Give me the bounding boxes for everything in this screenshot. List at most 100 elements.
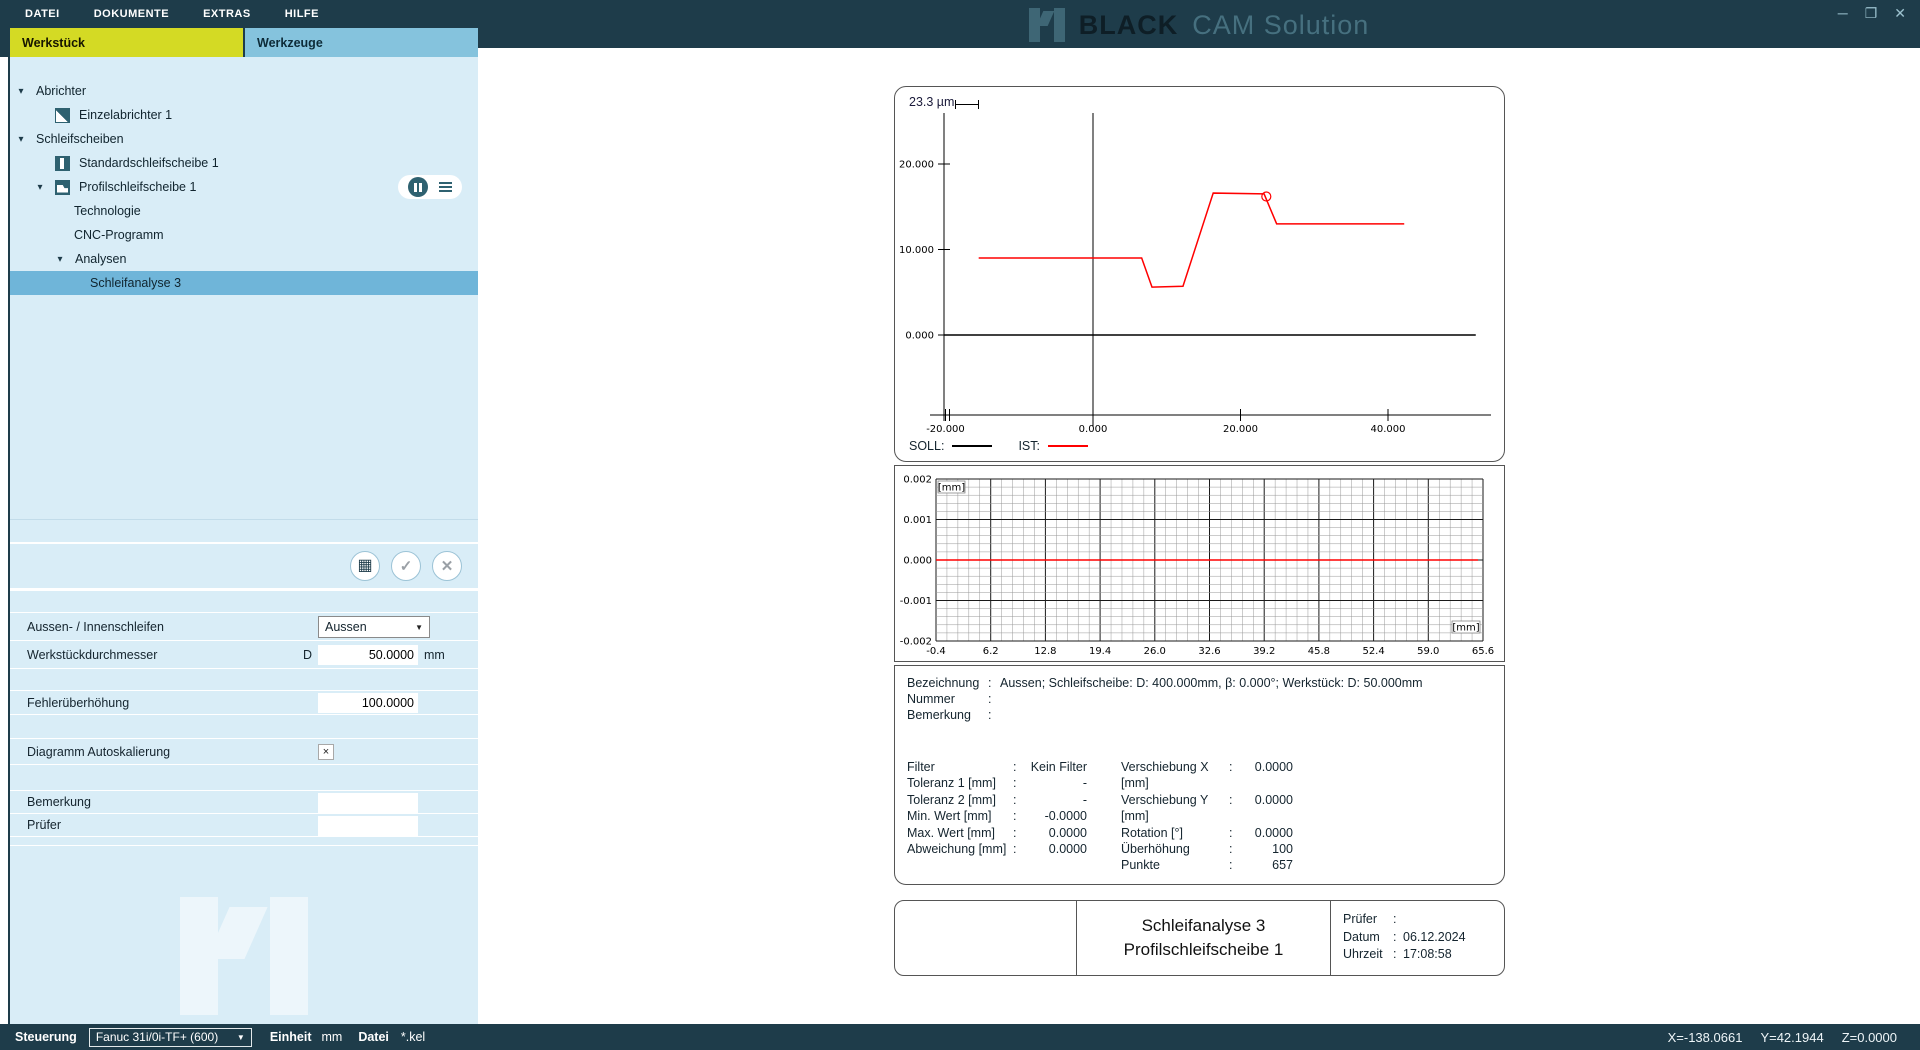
info-table-right: Verschiebung X [mm]:0.0000 Verschiebung …: [1121, 759, 1293, 874]
durchmesser-input[interactable]: [318, 645, 418, 665]
info-label: Nummer: [907, 691, 988, 707]
info-label: Verschiebung Y [mm]: [1121, 792, 1229, 825]
bemerkung-label: Bemerkung: [27, 795, 91, 809]
tree-item-schleifanalyse-3[interactable]: Schleifanalyse 3: [10, 271, 478, 295]
controller-dropdown[interactable]: Fanuc 31i/0i-TF+ (600) ▼: [89, 1028, 252, 1047]
tick-label: 40.000: [1371, 424, 1406, 435]
tick-label: 0.000: [1079, 424, 1108, 435]
info-value: -: [1025, 792, 1087, 808]
tree-label: Technologie: [74, 204, 141, 218]
tree-label: Einzelabrichter 1: [79, 108, 172, 122]
tree-label: Schleifanalyse 3: [90, 276, 181, 290]
title-block-meta-cell: Prüfer: Datum:06.12.2024 Uhrzeit:17:08:5…: [1331, 901, 1504, 975]
form-gap: [10, 714, 478, 738]
close-icon[interactable]: ✕: [1894, 5, 1906, 21]
tab-werkstueck[interactable]: Werkstück: [10, 28, 243, 57]
tick-label: 59.0: [1417, 646, 1439, 657]
pause-icon[interactable]: [408, 177, 428, 197]
meta-value: 17:08:58: [1403, 946, 1504, 964]
form-gap: [10, 764, 478, 790]
tick-label: 12.8: [1034, 646, 1056, 657]
tick-label: 19.4: [1089, 646, 1111, 657]
tree-item-technologie[interactable]: Technologie: [10, 199, 478, 223]
info-label: Min. Wert [mm]: [907, 808, 1013, 824]
sidebar-panel: ▾ Abrichter ▾ Einzelabrichter 1 ▾ Schlei…: [10, 57, 478, 1024]
calculator-button[interactable]: ▦: [350, 551, 380, 581]
title-block-empty-cell: [895, 901, 1076, 975]
tick-label: -20.000: [926, 424, 965, 435]
pruefer-label: Prüfer: [27, 818, 61, 832]
durchmesser-unit: mm: [424, 648, 445, 662]
info-value: -0.0000: [1025, 808, 1087, 824]
tree-item-profilschleifscheibe[interactable]: ▾ Profilschleifscheibe 1: [10, 175, 478, 199]
coord-z: Z=0.0000: [1842, 1030, 1897, 1045]
tick-label: 0.002: [903, 475, 932, 486]
info-label: Max. Wert [mm]: [907, 825, 1013, 841]
tree-item-cnc-programm[interactable]: CNC-Programm: [10, 223, 478, 247]
expander-icon[interactable]: ▾: [53, 254, 67, 265]
info-value: 657: [1241, 857, 1293, 873]
tick-label: 0.000: [905, 331, 934, 342]
minimize-icon[interactable]: ─: [1838, 5, 1848, 21]
chevron-down-icon: ▼: [237, 1033, 245, 1042]
menu-extras[interactable]: EXTRAS: [203, 8, 251, 20]
info-label: Bemerkung: [907, 707, 988, 723]
info-value: 0.0000: [1241, 792, 1293, 825]
calculator-icon: ▦: [357, 558, 372, 574]
main-area: 23.3 µm 20.00010.0000.000-20.0000.00020.…: [478, 57, 1920, 1024]
tree-label: CNC-Programm: [74, 228, 164, 242]
tab-werkzeuge[interactable]: Werkzeuge: [245, 28, 478, 57]
menu-hilfe[interactable]: HILFE: [285, 8, 319, 20]
legend-ist-line: [1048, 445, 1088, 447]
form-gap: [10, 590, 478, 612]
autoskalierung-checkbox[interactable]: ×: [318, 744, 334, 760]
menu-dokumente[interactable]: DOKUMENTE: [94, 8, 169, 20]
expander-icon[interactable]: ▾: [14, 134, 28, 145]
expander-icon[interactable]: ▾: [14, 86, 28, 97]
einheit-value: mm: [321, 1030, 342, 1044]
scale-bar-icon: [955, 100, 979, 109]
profile-wheel-icon: [55, 180, 70, 195]
durchmesser-prefix: D: [303, 648, 312, 662]
series-ist: [979, 193, 1405, 287]
meta-label: Uhrzeit: [1343, 946, 1393, 964]
project-tree: ▾ Abrichter ▾ Einzelabrichter 1 ▾ Schlei…: [10, 57, 478, 520]
pruefer-input[interactable]: [318, 816, 418, 836]
info-value: Aussen; Schleifscheibe: D: 400.000mm, β:…: [1000, 675, 1423, 691]
legend-soll-line: [952, 445, 992, 447]
menu-datei[interactable]: DATEI: [25, 8, 60, 20]
analysis-title: Schleifanalyse 3: [1142, 914, 1266, 938]
title-block-center-cell: Schleifanalyse 3 Profilschleifscheibe 1: [1076, 901, 1331, 975]
tree-item-abrichter[interactable]: ▾ Abrichter: [10, 79, 478, 103]
tick-label: 0.000: [903, 556, 932, 567]
meta-label: Datum: [1343, 929, 1393, 947]
colon: :: [1229, 792, 1241, 825]
tree-item-schleifscheiben[interactable]: ▾ Schleifscheiben: [10, 127, 478, 151]
maximize-icon[interactable]: ❐: [1865, 5, 1878, 21]
datei-value: *.kel: [401, 1030, 425, 1044]
cancel-button[interactable]: ✕: [432, 551, 462, 581]
expander-icon[interactable]: ▾: [33, 182, 47, 193]
info-label: Überhöhung: [1121, 841, 1229, 857]
title-block: Schleifanalyse 3 Profilschleifscheibe 1 …: [894, 900, 1505, 976]
profile-chart: 20.00010.0000.000-20.0000.00020.00040.00…: [895, 87, 1504, 461]
bemerkung-input[interactable]: [318, 793, 418, 813]
form-toolbar: ▦ ✓ ✕: [10, 542, 478, 590]
tree-label: Analysen: [75, 252, 126, 266]
tree-item-einzelabrichter[interactable]: ▾ Einzelabrichter 1: [10, 103, 478, 127]
profile-chart-panel: 23.3 µm 20.00010.0000.000-20.0000.00020.…: [894, 86, 1505, 462]
info-header-rows: Bezeichnung:Aussen; Schleifscheibe: D: 4…: [907, 675, 1423, 724]
schleifart-dropdown[interactable]: Aussen ▼: [318, 616, 430, 638]
legend-soll-label: SOLL:: [909, 439, 944, 453]
scale-label: 23.3 µm: [909, 95, 954, 109]
confirm-button[interactable]: ✓: [391, 551, 421, 581]
tree-item-standardschleifscheibe[interactable]: ▾ Standardschleifscheibe 1: [10, 151, 478, 175]
brand-h-icon: [1029, 8, 1065, 42]
meta-value: [1403, 911, 1504, 929]
autoskalierung-label: Diagramm Autoskalierung: [27, 745, 170, 759]
list-icon[interactable]: [439, 182, 452, 192]
tick-label: -0.001: [900, 596, 932, 607]
check-icon: ✓: [400, 557, 413, 575]
fehler-input[interactable]: [318, 693, 418, 713]
tree-item-analysen[interactable]: ▾ Analysen: [10, 247, 478, 271]
